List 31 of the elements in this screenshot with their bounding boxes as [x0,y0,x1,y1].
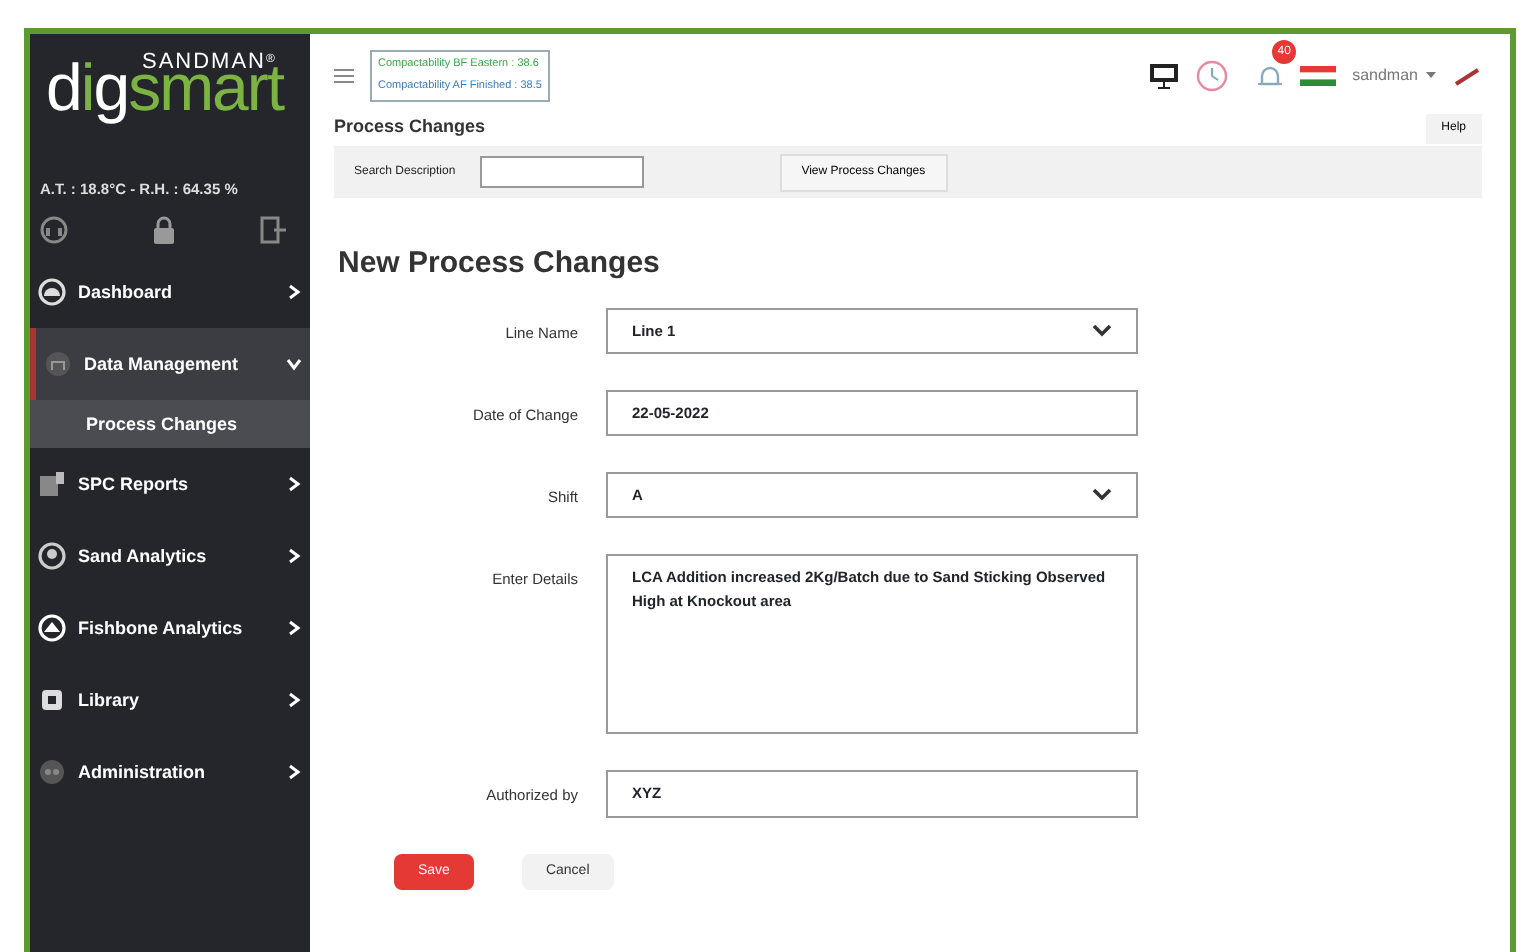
chevron-down-icon [1092,488,1112,503]
sidebar-item[interactable]: Library [30,664,310,737]
menu-icon [334,66,354,86]
clock-icon [1196,60,1229,92]
sidebar-item[interactable]: Administration [30,736,310,809]
sidebar-item[interactable]: Sand Analytics [30,520,310,593]
sidebar-subitem[interactable]: Process Changes [30,400,310,449]
user-menu[interactable]: sandman [1352,64,1438,88]
bell-icon [1256,61,1285,90]
chevron-right-icon [286,764,302,781]
sidebar-item[interactable]: Data Management [30,328,310,401]
sidebar-item[interactable]: SPC Reports [30,448,310,521]
chevron-right-icon [286,476,302,493]
report-icon [38,470,66,499]
sidebar-item[interactable]: Fishbone Analytics [30,592,310,665]
form-title: New Process Changes [338,244,662,284]
logout-icon [258,216,286,245]
sidebar-item[interactable]: Dashboard [30,256,310,329]
page-title: Process Changes [334,114,486,141]
chevron-right-icon [286,548,302,565]
chevron-down-icon [1092,323,1112,338]
chevron-right-icon [286,620,302,637]
caret-icon [1424,70,1438,81]
gauge-icon [38,278,66,307]
chevron-right-icon [286,692,302,709]
chevron-down-icon [286,356,302,373]
chevron-right-icon [286,284,302,301]
search-field[interactable] [479,156,644,188]
monitor-icon [1148,62,1181,90]
lock-icon [149,216,177,245]
flag-icon [1300,66,1337,86]
